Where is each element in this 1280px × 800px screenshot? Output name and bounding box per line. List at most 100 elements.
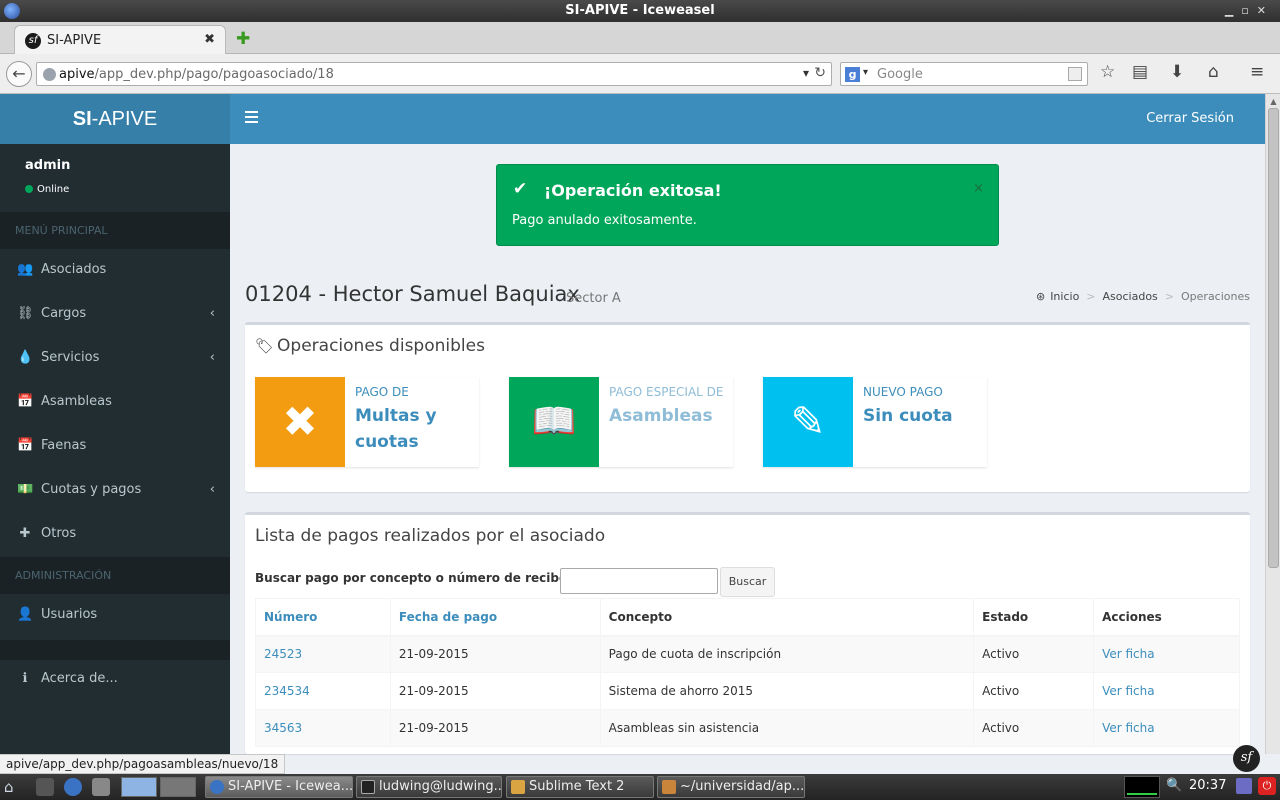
search-button[interactable]: Buscar <box>720 567 775 597</box>
payments-box: Lista de pagos realizados por el asociad… <box>245 512 1250 754</box>
breadcrumb-inicio[interactable]: Inicio <box>1050 290 1079 303</box>
users-icon: 👥 <box>17 262 34 277</box>
clock[interactable]: 20:37 <box>1189 778 1226 793</box>
google-engine-icon[interactable]: g <box>845 67 860 82</box>
nuevo-pago-card[interactable]: ✎ NUEVO PAGO Sin cuota <box>763 377 987 467</box>
payments-title: Lista de pagos realizados por el asociad… <box>255 526 606 546</box>
tint-icon: 💧 <box>17 350 34 365</box>
url-bar[interactable]: apive/app_dev.php/pago/pagoasociado/18 ▾… <box>36 62 832 86</box>
task-sublime[interactable]: Sublime Text 2 <box>506 776 654 798</box>
payment-status: Activo <box>973 672 1095 710</box>
site-identity-icon[interactable] <box>43 68 56 81</box>
search-input[interactable] <box>560 568 718 594</box>
desktop-1[interactable] <box>121 777 157 797</box>
success-alert: ✔ ¡Operación exitosa! Pago anulado exito… <box>496 164 999 246</box>
card-value: Multas y cuotas <box>355 406 437 452</box>
search-bar[interactable]: g ▾ Google <box>840 62 1088 86</box>
sidebar-item-cuotas-y-pagos[interactable]: 💵 Cuotas y pagos ‹ <box>0 468 230 512</box>
bookmarks-list-icon[interactable]: ▤ <box>1132 62 1148 82</box>
sidebar-toggle-icon[interactable] <box>245 111 258 123</box>
payment-date: 21-09-2015 <box>389 672 601 710</box>
tray-app-icon[interactable] <box>1236 778 1252 794</box>
url-text[interactable]: apive/app_dev.php/pago/pagoasociado/18 <box>59 67 334 82</box>
window-list-icon[interactable] <box>92 778 110 796</box>
user-panel: admin Online <box>0 144 230 208</box>
column-numero[interactable]: Número <box>255 598 391 637</box>
info-icon: ℹ <box>22 671 28 686</box>
chevron-left-icon: ‹ <box>209 350 215 365</box>
sidebar-item-asociados[interactable]: 👥 Asociados <box>0 248 230 292</box>
logout-link[interactable]: Cerrar Sesión <box>1146 111 1234 126</box>
cpu-monitor <box>1124 776 1160 798</box>
money-icon: 💵 <box>17 482 34 497</box>
task-terminal[interactable]: ludwing@ludwing... <box>356 776 502 798</box>
receipt-number-link[interactable]: 24523 <box>264 647 302 661</box>
scroll-thumb[interactable] <box>1268 108 1279 568</box>
tab-title: SI-APIVE <box>47 33 102 48</box>
pago-multas-card[interactable]: ✖ PAGO DE Multas y cuotas <box>255 377 479 467</box>
ver-ficha-link[interactable]: Ver ficha <box>1102 721 1155 735</box>
task-file-manager[interactable]: ~/universidad/ap... <box>657 776 805 798</box>
user-icon: 👤 <box>17 607 34 622</box>
bookmark-star-icon[interactable]: ☆ <box>1100 62 1115 82</box>
sidebar-item-servicios[interactable]: 💧 Servicios ‹ <box>0 336 230 380</box>
ver-ficha-link[interactable]: Ver ficha <box>1102 684 1155 698</box>
sidebar-item-cargos[interactable]: ⛓ Cargos ‹ <box>0 292 230 336</box>
tab-strip: sf SI-APIVE ✖ ✚ <box>0 22 1280 54</box>
symfony-toolbar-icon[interactable]: sf <box>1233 745 1260 772</box>
iceweasel-icon <box>4 3 20 19</box>
sidebar-item-acerca-de[interactable]: ℹ Acerca de... <box>0 657 230 701</box>
sidebar-item-asambleas[interactable]: 📅 Asambleas <box>0 380 230 424</box>
payment-status: Activo <box>973 709 1095 747</box>
sidebar-item-usuarios[interactable]: 👤 Usuarios <box>0 593 230 637</box>
breadcrumb-asociados[interactable]: Asociados <box>1103 290 1158 303</box>
receipt-number-link[interactable]: 34563 <box>264 721 302 735</box>
alert-title: ¡Operación exitosa! <box>544 181 722 200</box>
app-logo[interactable]: SI-APIVE <box>0 94 230 144</box>
alert-close-icon[interactable]: × <box>973 181 984 196</box>
start-menu-icon[interactable]: ⌂ <box>4 778 30 796</box>
browser-launcher-icon[interactable] <box>64 778 82 796</box>
sidebar-item-faenas[interactable]: 📅 Faenas <box>0 424 230 468</box>
sitemap-icon: ⛓ <box>17 306 34 321</box>
file-manager-icon[interactable] <box>36 778 54 796</box>
card-label: NUEVO PAGO <box>863 385 943 399</box>
ver-ficha-link[interactable]: Ver ficha <box>1102 647 1155 661</box>
new-tab-icon[interactable]: ✚ <box>236 29 250 49</box>
engine-dropdown-icon[interactable]: ▾ <box>863 67 868 78</box>
desktop-2[interactable] <box>160 777 196 797</box>
pago-asambleas-card[interactable]: 📖 PAGO ESPECIAL DE Asambleas <box>509 377 733 467</box>
online-dot-icon <box>25 185 33 193</box>
window-controls[interactable]: ▁▫✕ <box>1225 0 1274 22</box>
back-button[interactable]: ← <box>6 61 32 87</box>
table-row: 34563 21-09-2015 Asambleas sin asistenci… <box>255 709 1240 747</box>
column-fecha[interactable]: Fecha de pago <box>389 598 601 637</box>
power-icon[interactable]: ⏻ <box>1258 777 1276 795</box>
search-go-icon[interactable] <box>1068 67 1082 81</box>
receipt-number-link[interactable]: 234534 <box>264 684 310 698</box>
search-placeholder[interactable]: Google <box>877 67 923 82</box>
task-iceweasel[interactable]: SI-APIVE - Icewea... <box>205 776 353 798</box>
card-value: Asambleas <box>609 406 713 426</box>
breadcrumb-separator: > <box>1164 290 1175 303</box>
downloads-icon[interactable]: ⬇ <box>1170 62 1184 82</box>
tab-close-icon[interactable]: ✖ <box>204 32 215 47</box>
column-concepto: Concepto <box>599 598 975 637</box>
search-tray-icon[interactable]: 🔍 <box>1166 778 1182 793</box>
symfony-favicon-icon: sf <box>25 33 41 49</box>
breadcrumb-operaciones: Operaciones <box>1181 290 1250 303</box>
column-estado: Estado <box>973 598 1095 637</box>
sidebar-item-otros[interactable]: ✚ Otros <box>0 512 230 556</box>
history-dropdown-icon[interactable]: ▾ <box>803 66 809 80</box>
reload-icon[interactable]: ↻ <box>814 65 826 81</box>
main-menu-header: MENÚ PRINCIPAL <box>0 212 230 249</box>
edit-icon: ✎ <box>763 377 853 467</box>
table-row: 24523 21-09-2015 Pago de cuota de inscri… <box>255 635 1240 673</box>
browser-tab[interactable]: sf SI-APIVE ✖ <box>14 25 226 54</box>
home-icon[interactable]: ⌂ <box>1208 62 1219 82</box>
book-icon: 📖 <box>509 377 599 467</box>
browser-navbar: ← apive/app_dev.php/pago/pagoasociado/18… <box>0 54 1280 94</box>
scroll-up-icon[interactable]: ▲ <box>1268 96 1279 107</box>
page-scrollbar[interactable]: ▲ <box>1265 94 1280 754</box>
menu-icon[interactable]: ≡ <box>1250 62 1264 82</box>
